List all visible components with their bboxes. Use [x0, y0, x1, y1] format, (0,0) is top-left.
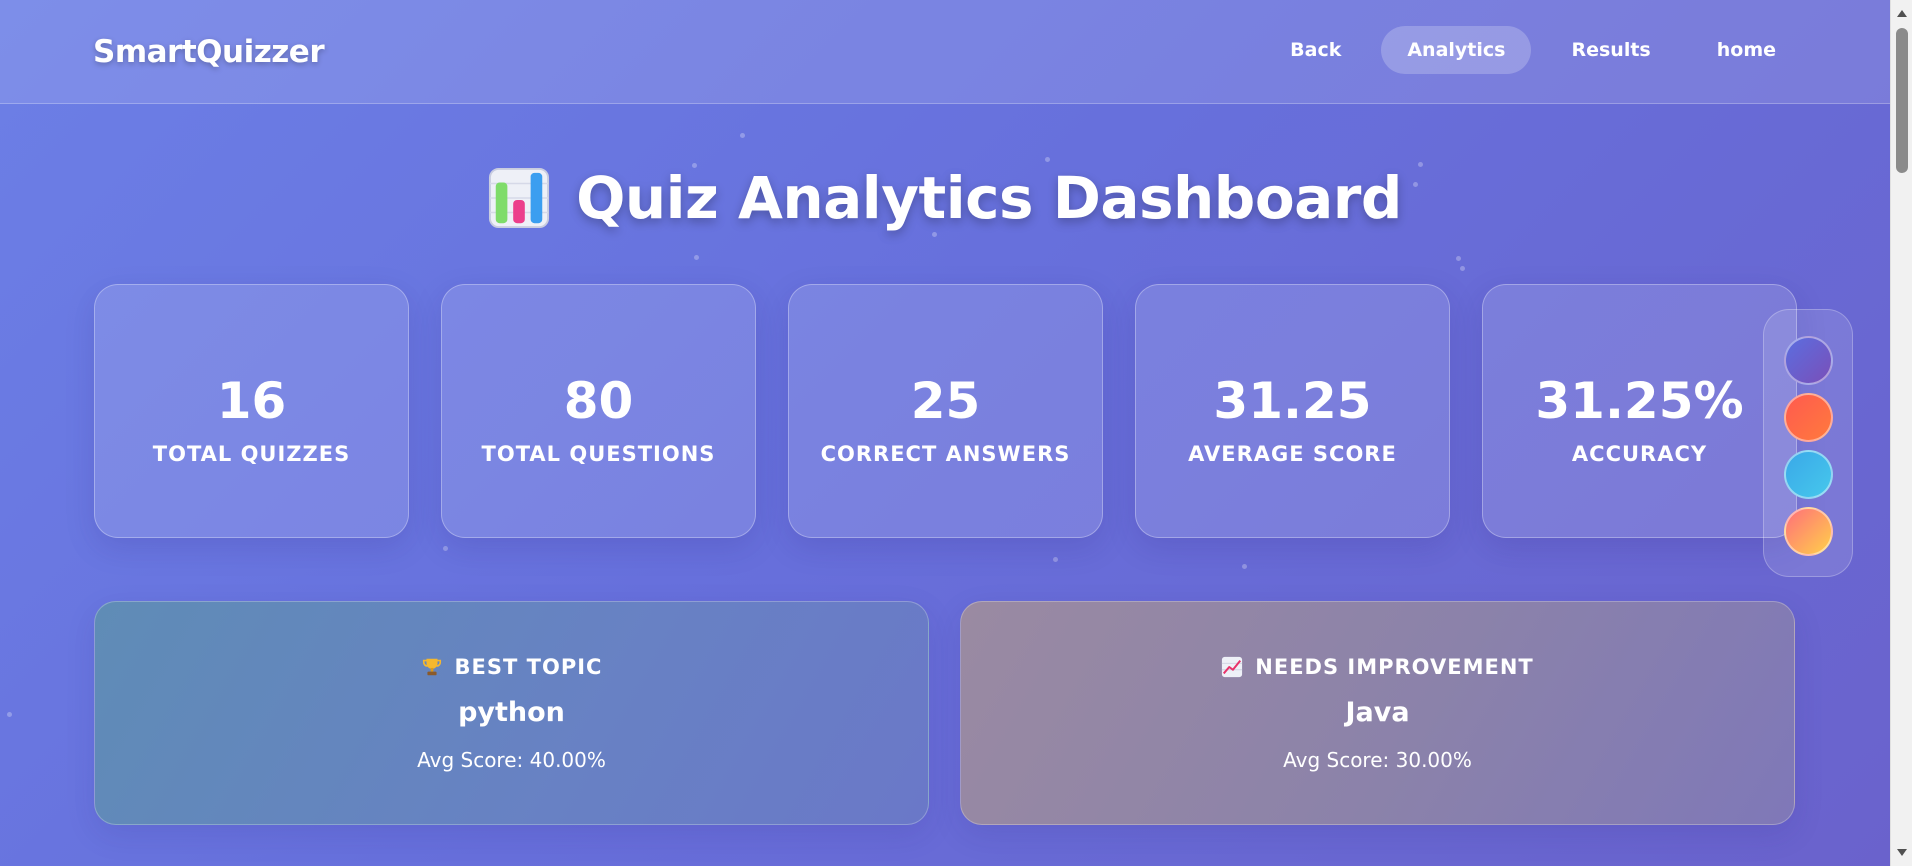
stat-card-total-questions: 80 TOTAL QUESTIONS: [441, 284, 756, 538]
needs-improvement-topic-name: Java: [1345, 696, 1410, 728]
nav-home-link[interactable]: home: [1691, 26, 1802, 74]
stat-label: TOTAL QUIZZES: [152, 442, 351, 466]
best-topic-card: BEST TOPIC python Avg Score: 40.00%: [94, 601, 929, 825]
stat-value: 25: [910, 372, 981, 430]
page-scrollbar[interactable]: [1890, 0, 1912, 866]
best-topic-heading-text: BEST TOPIC: [454, 654, 603, 679]
background-particle: [740, 133, 745, 138]
chart-increasing-icon: [1222, 656, 1243, 677]
needs-improvement-heading-text: NEEDS IMPROVEMENT: [1255, 654, 1534, 679]
nav-analytics-link[interactable]: Analytics: [1381, 26, 1532, 74]
nav-results-link[interactable]: Results: [1545, 26, 1676, 74]
needs-improvement-card: NEEDS IMPROVEMENT Java Avg Score: 30.00%: [960, 601, 1795, 825]
navbar: SmartQuizzer Back Analytics Results home: [0, 0, 1890, 104]
background-particle: [443, 546, 448, 551]
stat-card-total-quizzes: 16 TOTAL QUIZZES: [94, 284, 409, 538]
stat-value: 31.25%: [1535, 372, 1744, 430]
best-topic-score: Avg Score: 40.00%: [417, 747, 606, 772]
stat-label: CORRECT ANSWERS: [820, 442, 1071, 466]
bar-chart-icon: [489, 167, 550, 229]
theme-option-purple[interactable]: [1783, 336, 1833, 385]
stat-value: 31.25: [1213, 372, 1372, 430]
scroll-up-arrow-icon[interactable]: [1897, 10, 1907, 17]
nav-back-link[interactable]: Back: [1264, 26, 1367, 74]
theme-switcher: [1763, 309, 1853, 577]
nav-links: Back Analytics Results home: [1264, 26, 1802, 74]
background-particle: [694, 255, 699, 260]
needs-improvement-heading: NEEDS IMPROVEMENT: [1221, 655, 1533, 679]
page-header: Quiz Analytics Dashboard: [0, 164, 1890, 232]
stat-label: TOTAL QUESTIONS: [481, 442, 716, 466]
background-particle: [7, 712, 12, 717]
stat-value: 16: [216, 372, 287, 430]
theme-option-red[interactable]: [1783, 393, 1833, 442]
scroll-thumb[interactable]: [1896, 28, 1908, 173]
stat-card-accuracy: 31.25% ACCURACY: [1482, 284, 1797, 538]
stats-grid: 16 TOTAL QUIZZES 80 TOTAL QUESTIONS 25 C…: [94, 284, 1797, 538]
page-title: Quiz Analytics Dashboard: [576, 164, 1402, 232]
stat-value: 80: [563, 372, 634, 430]
background-particle: [1456, 256, 1461, 261]
brand-logo[interactable]: SmartQuizzer: [93, 34, 325, 70]
theme-option-blue[interactable]: [1783, 450, 1833, 499]
background-particle: [932, 232, 937, 237]
best-topic-name: python: [458, 696, 565, 728]
background-particle: [1045, 157, 1050, 162]
theme-option-sunset[interactable]: [1783, 507, 1833, 556]
stat-card-average-score: 31.25 AVERAGE SCORE: [1135, 284, 1450, 538]
background-particle: [1242, 564, 1247, 569]
trophy-icon: [422, 658, 441, 675]
scroll-down-arrow-icon[interactable]: [1897, 849, 1907, 856]
stat-card-correct-answers: 25 CORRECT ANSWERS: [788, 284, 1103, 538]
background-particle: [1460, 266, 1465, 271]
stat-label: AVERAGE SCORE: [1188, 442, 1397, 466]
background-particle: [1053, 557, 1058, 562]
best-topic-heading: BEST TOPIC: [421, 655, 603, 679]
needs-improvement-score: Avg Score: 30.00%: [1283, 747, 1472, 772]
stat-label: ACCURACY: [1571, 442, 1708, 466]
